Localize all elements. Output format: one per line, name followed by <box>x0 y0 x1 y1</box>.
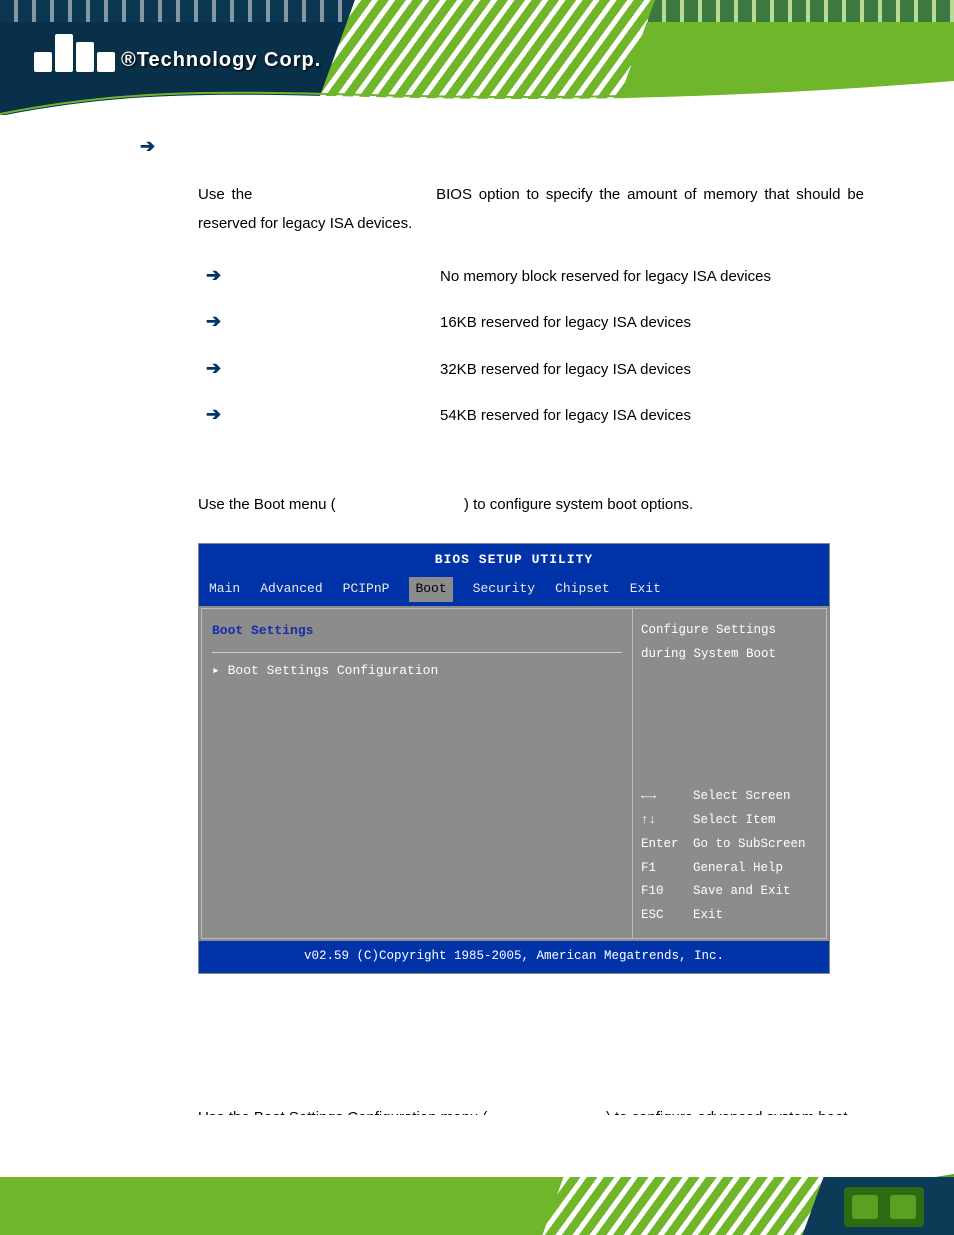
bios-help-label: Select Item <box>693 809 776 833</box>
bios-help-row: ESC Exit <box>641 904 818 928</box>
option-desc: 32KB reserved for legacy ISA devices <box>440 356 864 385</box>
intro-pre: Use the <box>198 186 252 203</box>
logo-mark <box>34 34 115 72</box>
bios-help-key: ↑↓ <box>641 809 685 833</box>
bios-tab-main: Main <box>209 577 240 602</box>
bios-right-top2: during System Boot <box>641 643 818 667</box>
bios-tab-chipset: Chipset <box>555 577 610 602</box>
bios-screenshot: BIOS SETUP UTILITY Main Advanced PCIPnP … <box>198 543 830 973</box>
arrow-icon: ➔ <box>206 304 240 338</box>
bios-help-row: Enter Go to SubScreen <box>641 833 818 857</box>
page-content: ➔ Use the BIOS option to specify the amo… <box>0 115 954 1161</box>
intro-paragraph: Use the BIOS option to specify the amoun… <box>198 181 864 238</box>
bios-tab-boot: Boot <box>409 577 452 602</box>
lead-arrow-icon: ➔ <box>140 129 864 163</box>
bios-help-key: F1 <box>641 857 685 881</box>
intro-post: BIOS option to specify the amount of mem… <box>198 186 864 232</box>
option-row: ➔ 16KB reserved for legacy ISA devices <box>206 304 864 338</box>
bios-body: Boot Settings ▸ Boot Settings Configurat… <box>199 606 829 941</box>
bios-tab-exit: Exit <box>630 577 661 602</box>
option-list: ➔ No memory block reserved for legacy IS… <box>206 258 864 431</box>
boot-paragraph: Use the Boot menu ( ) to configure syste… <box>198 491 864 520</box>
footer-chip-icon <box>844 1187 924 1227</box>
bios-help-key: Enter <box>641 833 685 857</box>
option-desc: 54KB reserved for legacy ISA devices <box>440 402 864 431</box>
arrow-icon: ➔ <box>206 351 240 385</box>
bios-help-label: Save and Exit <box>693 880 791 904</box>
page-footer <box>0 1115 954 1235</box>
arrow-icon: ➔ <box>206 258 240 292</box>
bios-right-description: Configure Settings during System Boot <box>641 619 818 667</box>
bios-help-label: Select Screen <box>693 785 791 809</box>
bios-tab-advanced: Advanced <box>260 577 322 602</box>
bios-help-key: ←→ <box>641 785 685 809</box>
footer-decor-slash <box>543 1177 824 1235</box>
boot-pre: Use the Boot menu ( <box>198 496 336 513</box>
header-curve <box>0 76 954 115</box>
bios-help-key: F10 <box>641 880 685 904</box>
option-row: ➔ 32KB reserved for legacy ISA devices <box>206 351 864 385</box>
bios-help-label: Go to SubScreen <box>693 833 806 857</box>
bios-help-row: ↑↓ Select Item <box>641 809 818 833</box>
bios-help-label: Exit <box>693 904 723 928</box>
option-desc: No memory block reserved for legacy ISA … <box>440 263 864 292</box>
bios-left-pane: Boot Settings ▸ Boot Settings Configurat… <box>201 608 632 939</box>
bios-footer: v02.59 (C)Copyright 1985-2005, American … <box>199 941 829 973</box>
bios-tab-pcipnp: PCIPnP <box>343 577 390 602</box>
brand-logo: ®Technology Corp. <box>34 34 321 72</box>
option-row: ➔ 54KB reserved for legacy ISA devices <box>206 397 864 431</box>
logo-text: ®Technology Corp. <box>121 49 321 72</box>
arrow-icon: ➔ <box>206 397 240 431</box>
bios-help-row: F10 Save and Exit <box>641 880 818 904</box>
option-row: ➔ No memory block reserved for legacy IS… <box>206 258 864 292</box>
bios-help-row: F1 General Help <box>641 857 818 881</box>
bios-right-pane: Configure Settings during System Boot ←→… <box>632 608 827 939</box>
bios-help-row: ←→ Select Screen <box>641 785 818 809</box>
bios-help-key: ESC <box>641 904 685 928</box>
bios-tab-bar: Main Advanced PCIPnP Boot Security Chips… <box>199 575 829 606</box>
bios-menu-item-boot-settings-config: ▸ Boot Settings Configuration <box>212 659 622 684</box>
bios-left-heading: Boot Settings <box>212 619 622 644</box>
bios-title: BIOS SETUP UTILITY <box>199 544 829 575</box>
bios-right-top1: Configure Settings <box>641 619 818 643</box>
bios-tab-security: Security <box>473 577 535 602</box>
bios-help-label: General Help <box>693 857 783 881</box>
option-desc: 16KB reserved for legacy ISA devices <box>440 309 864 338</box>
boot-post: ) to configure system boot options. <box>464 496 693 513</box>
page-header: ®Technology Corp. <box>0 0 954 115</box>
bios-help-block: ←→ Select Screen ↑↓ Select Item Enter Go to… <box>641 785 818 928</box>
